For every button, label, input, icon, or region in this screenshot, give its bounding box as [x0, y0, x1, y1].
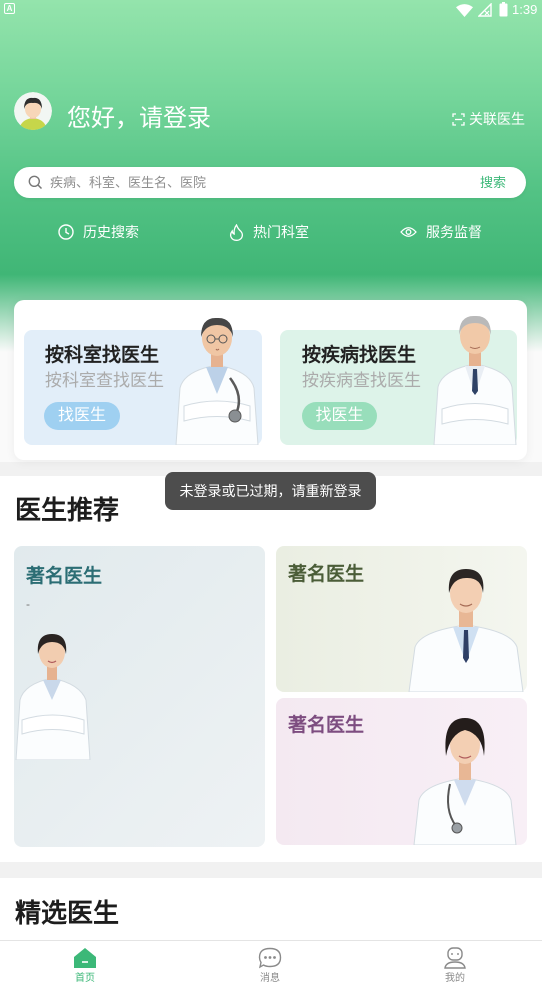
quick-link-label: 热门科室	[253, 224, 309, 240]
battery-icon	[499, 2, 508, 17]
find-by-disease-subtitle: 按疾病查找医生	[302, 371, 421, 390]
no-sim-signal-icon	[478, 3, 492, 17]
tab-home[interactable]: 首页	[55, 941, 115, 986]
doctor-photo	[413, 718, 517, 845]
avatar[interactable]	[14, 92, 52, 130]
recommended-heading: 医生推荐	[15, 495, 120, 525]
find-by-department-title: 按科室找医生	[45, 345, 160, 366]
tab-profile[interactable]: 我的	[425, 941, 485, 986]
tab-bar: 首页 消息 我的	[0, 940, 542, 986]
featured-heading: 精选医生	[15, 898, 120, 928]
link-doctor-label: 关联医生	[469, 111, 525, 127]
tab-label: 消息	[260, 973, 280, 984]
recommended-doctor-subtitle: -	[26, 597, 30, 611]
notification-badge: A	[4, 3, 15, 14]
profile-icon	[444, 947, 466, 969]
login-greeting[interactable]: 您好，请登录	[67, 104, 211, 134]
fire-icon	[229, 223, 244, 241]
recommended-doctor-title: 著名医生	[288, 564, 365, 585]
avatar-icon	[14, 92, 52, 130]
search-icon	[28, 175, 43, 190]
quick-link-label: 服务监督	[426, 224, 482, 240]
tab-label: 首页	[75, 973, 95, 984]
login-expired-toast: 未登录或已过期，请重新登录	[165, 472, 376, 510]
recommended-doctor-title: 著名医生	[26, 566, 103, 587]
doctor-photo	[433, 315, 517, 445]
status-time: 1:39	[512, 2, 538, 17]
link-doctor-button[interactable]: 关联医生	[452, 109, 525, 129]
wifi-icon	[456, 4, 473, 17]
doctor-photo	[15, 634, 91, 760]
quick-link-service-supervision[interactable]: 服务监督	[400, 222, 482, 242]
quick-link-label: 历史搜索	[83, 224, 139, 240]
doctor-photo	[175, 317, 259, 445]
search-button[interactable]: 搜索	[480, 174, 506, 191]
doctor-photo	[408, 569, 524, 692]
find-by-disease-title: 按疾病找医生	[302, 345, 417, 366]
recommended-doctor-title: 著名医生	[288, 715, 365, 736]
find-by-department-subtitle: 按科室查找医生	[45, 371, 164, 390]
home-icon	[74, 948, 96, 968]
scan-icon	[452, 112, 465, 126]
message-icon	[258, 947, 282, 969]
find-by-department-button[interactable]: 找医生	[44, 402, 120, 430]
tab-label: 我的	[445, 973, 465, 984]
tab-messages[interactable]: 消息	[240, 941, 300, 986]
eye-icon	[400, 227, 417, 237]
search-bar[interactable]: 疾病、科室、医生名、医院 搜索	[14, 167, 526, 198]
search-input[interactable]: 疾病、科室、医生名、医院	[50, 174, 206, 191]
find-by-disease-button[interactable]: 找医生	[302, 402, 377, 430]
quick-link-history[interactable]: 历史搜索	[58, 222, 139, 242]
clock-icon	[58, 224, 74, 240]
quick-link-hot-departments[interactable]: 热门科室	[229, 222, 309, 242]
